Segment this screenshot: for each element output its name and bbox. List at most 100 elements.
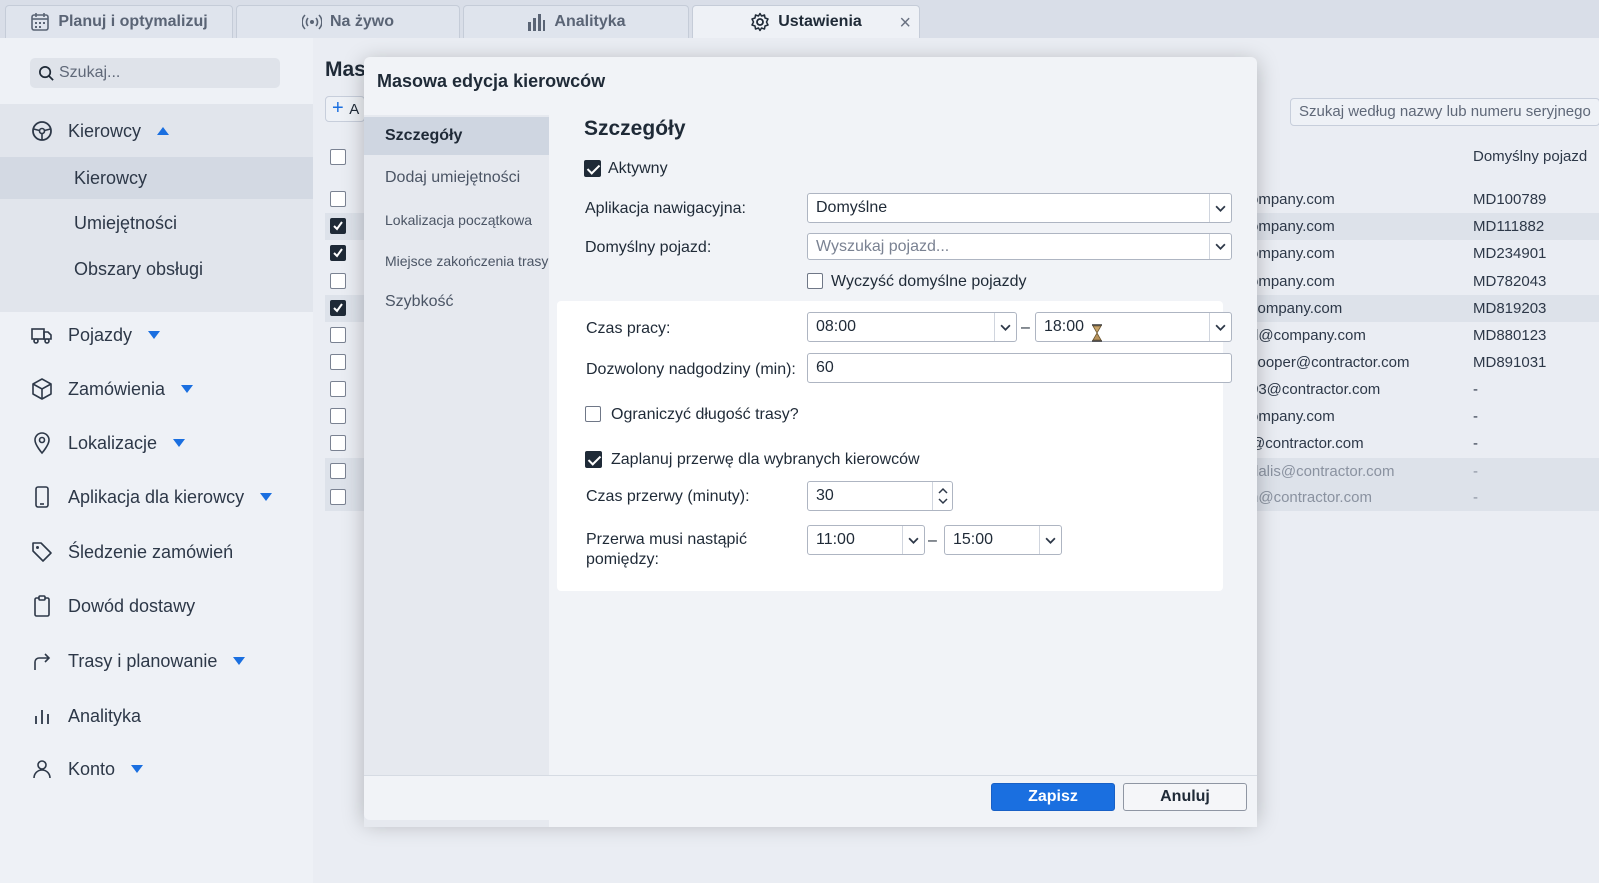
stepper-icon[interactable] <box>932 482 952 510</box>
overtime-label: Dozwolony nadgodziny (min): <box>586 361 796 378</box>
row-default-vehicle: MD891031 <box>1473 354 1547 371</box>
modal-nav-start-location[interactable]: Lokalizacja początkowa <box>364 201 549 239</box>
row-checkbox[interactable] <box>330 245 346 261</box>
sidebar-item-label: Pojazdy <box>68 324 133 345</box>
sidebar-item-proof-of-delivery[interactable]: Dowód dostawy <box>30 591 195 621</box>
row-checkbox[interactable] <box>330 435 346 451</box>
sidebar-subitem-drivers[interactable]: Kierowcy <box>0 157 313 199</box>
row-email: dalis@contractor.com <box>1250 463 1395 480</box>
sidebar-item-orders[interactable]: Zamówienia <box>30 374 194 404</box>
modal-nav-add-skills[interactable]: Dodaj umiejętności <box>364 159 549 197</box>
row-default-vehicle: MD880123 <box>1473 327 1547 344</box>
row-checkbox[interactable] <box>330 327 346 343</box>
row-checkbox[interactable] <box>330 191 346 207</box>
row-email: ompany.com <box>1250 408 1335 425</box>
row-checkbox[interactable] <box>330 300 346 316</box>
default-vehicle-label: Domyślny pojazd: <box>585 239 712 256</box>
break-start-select[interactable]: 11:00 <box>807 525 925 555</box>
location-pin-icon <box>34 432 50 455</box>
sidebar-subitem-label: Obszary obsługi <box>74 258 204 279</box>
expand-icon <box>131 765 144 773</box>
gear-icon <box>751 12 769 32</box>
column-header-default-vehicle: Domyślny pojazd <box>1473 148 1588 165</box>
work-time-label: Czas pracy: <box>586 320 671 337</box>
tab-analytics[interactable]: Analityka <box>463 5 689 38</box>
sidebar-item-order-tracking[interactable]: Śledzenie zamówień <box>30 537 233 567</box>
sidebar-item-drivers[interactable]: Kierowcy <box>30 116 170 146</box>
overtime-input[interactable]: 60 <box>807 353 1232 383</box>
work-end-value: 18:00 <box>1044 318 1085 335</box>
sidebar-subitem-service-areas[interactable]: Obszary obsługi <box>0 248 313 290</box>
plan-break-checkbox[interactable] <box>585 451 602 468</box>
sidebar-item-vehicles[interactable]: Pojazdy <box>30 320 161 350</box>
default-vehicle-select[interactable]: Wyszukaj pojazd... <box>807 233 1232 260</box>
add-driver-button[interactable]: + A <box>325 96 365 122</box>
row-default-vehicle: - <box>1473 381 1478 398</box>
sidebar-item-account[interactable]: Konto <box>30 754 144 784</box>
truck-icon <box>31 328 52 344</box>
break-end-select[interactable]: 15:00 <box>944 525 1062 555</box>
clear-vehicles-label: Wyczyść domyślne pojazdy <box>831 273 1027 290</box>
row-checkbox[interactable] <box>330 463 346 479</box>
sidebar-item-driver-app[interactable]: Aplikacja dla kierowcy <box>30 482 273 512</box>
row-default-vehicle: - <box>1473 408 1478 425</box>
sidebar-item-locations[interactable]: Lokalizacje <box>30 428 186 458</box>
work-start-value: 08:00 <box>816 318 857 335</box>
section-heading: Szczegóły <box>584 117 686 140</box>
modal-nav-speed[interactable]: Szybkość <box>364 283 549 321</box>
modal-nav-label: Lokalizacja początkowa <box>385 212 533 228</box>
select-all-checkbox[interactable] <box>330 149 346 165</box>
modal-nav-route-end[interactable]: Miejsce zakończenia trasy <box>364 242 549 280</box>
tab-live[interactable]: Na żywo <box>236 5 460 38</box>
nav-app-select[interactable]: Domyślne <box>807 193 1232 223</box>
work-start-select[interactable]: 08:00 <box>807 312 1017 342</box>
collapse-icon <box>157 127 170 135</box>
search-icon <box>39 65 54 81</box>
chevron-down-icon <box>994 313 1016 341</box>
table-search-input[interactable]: Szukaj według nazwy lub numeru seryjnego <box>1290 98 1599 126</box>
row-email: n@contractor.com <box>1250 489 1372 506</box>
tab-plan-optimize[interactable]: Planuj i optymalizuj <box>5 5 233 38</box>
tab-settings[interactable]: Ustawienia × <box>692 5 920 38</box>
row-checkbox[interactable] <box>330 354 346 370</box>
sidebar-item-label: Kierowcy <box>68 120 142 141</box>
chevron-down-icon <box>1209 194 1231 222</box>
sidebar-search[interactable]: Szukaj... <box>30 58 280 88</box>
row-checkbox[interactable] <box>330 218 346 234</box>
search-placeholder: Szukaj... <box>59 64 121 81</box>
modal-nav-details[interactable]: Szczegóły <box>364 117 549 155</box>
cancel-button[interactable]: Anuluj <box>1123 783 1247 811</box>
sidebar-subitem-label: Umiejętności <box>74 212 178 233</box>
save-button[interactable]: Zapisz <box>991 783 1115 811</box>
active-label: Aktywny <box>608 160 668 177</box>
row-email: company.com <box>1250 300 1343 317</box>
tab-label: Ustawienia <box>778 13 862 30</box>
sidebar-subitem-skills[interactable]: Umiejętności <box>0 202 313 244</box>
expand-icon <box>260 493 273 501</box>
row-email: ompany.com <box>1250 273 1335 290</box>
plan-break-label: Zaplanuj przerwę dla wybranych kierowców <box>611 451 920 468</box>
row-checkbox[interactable] <box>330 408 346 424</box>
sidebar-item-routes-planning[interactable]: Trasy i planowanie <box>30 646 246 676</box>
sidebar-item-analytics[interactable]: Analityka <box>30 701 141 731</box>
row-checkbox[interactable] <box>330 273 346 289</box>
calendar-icon <box>31 13 50 31</box>
clear-vehicles-checkbox[interactable] <box>807 273 823 289</box>
sidebar-subitem-label: Kierowcy <box>74 167 148 188</box>
row-checkbox[interactable] <box>330 489 346 505</box>
bar-chart-icon <box>528 14 546 31</box>
break-time-input[interactable]: 30 <box>807 481 953 511</box>
limit-route-checkbox[interactable] <box>585 406 601 422</box>
close-tab-icon[interactable]: × <box>899 12 911 35</box>
modal-nav: Szczegóły Dodaj umiejętności Lokalizacja… <box>364 115 549 827</box>
expand-icon <box>173 439 186 447</box>
work-end-select[interactable]: 18:00 <box>1035 312 1232 342</box>
row-default-vehicle: - <box>1473 435 1478 452</box>
row-checkbox[interactable] <box>330 381 346 397</box>
row-email: 03@contractor.com <box>1250 381 1381 398</box>
modal-nav-label: Dodaj umiejętności <box>385 169 521 186</box>
default-vehicle-placeholder: Wyszukaj pojazd... <box>816 238 950 255</box>
break-start-value: 11:00 <box>816 531 855 548</box>
row-default-vehicle: MD111882 <box>1473 218 1545 235</box>
active-checkbox[interactable] <box>584 160 601 177</box>
